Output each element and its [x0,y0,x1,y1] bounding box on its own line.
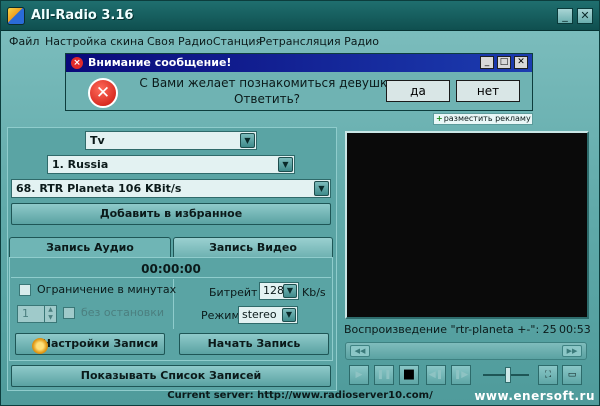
rewind-icon[interactable]: ◀◀ [350,345,370,357]
recording-timer: 00:00:00 [141,262,201,276]
bitrate-value: 128 [263,284,284,297]
watermark: www.enersoft.ru [474,389,595,403]
plus-icon: + [436,114,443,123]
minimize-button[interactable]: _ [557,8,573,24]
next-button[interactable]: ❚▶ [451,365,471,385]
chevron-down-icon[interactable]: ▼ [283,284,297,298]
menu-relay-radio[interactable]: Ретрансляция Радио [259,35,379,48]
title-bar[interactable]: All-Radio 3.16 _ ✕ [1,1,599,31]
nonstop-checkbox[interactable] [63,307,75,319]
minutes-stepper[interactable]: 1 ▲ ▼ [17,305,57,323]
fast-forward-icon[interactable]: ▶▶ [562,345,582,357]
playback-time: 00:53 [559,323,591,336]
menu-bar: Файл Настройка скина Своя РадиоСтанция Р… [1,32,599,50]
show-records-list-button[interactable]: Показывать Список Записей [11,365,331,387]
dialog-message-line1: С Вами желает познакомиться девушка [139,76,395,90]
dialog-close-button[interactable]: ✕ [514,56,528,69]
recording-settings-button[interactable]: Настройки Записи [15,333,165,355]
chevron-down-icon[interactable]: ▼ [282,308,296,322]
station-select[interactable]: 68. RTR Planeta 106 KBit/s ▼ [11,179,331,198]
window-title: All-Radio 3.16 [31,8,134,23]
fullscreen-icon[interactable]: ⛶ [538,365,558,385]
category-select[interactable]: Tv ▼ [85,131,257,150]
app-window: All-Radio 3.16 _ ✕ Файл Настройка скина … [0,0,600,406]
tab-video-recording[interactable]: Запись Видео [173,237,333,258]
video-screen[interactable] [345,131,589,319]
close-button[interactable]: ✕ [577,8,593,24]
gear-icon [32,338,48,354]
error-icon: ✕ [88,78,118,108]
bitrate-label: Битрейт [209,286,258,299]
chevron-down-icon[interactable]: ▼ [240,133,255,148]
chevron-down-icon[interactable]: ▼ [278,157,293,172]
minutes-value: 1 [22,307,29,320]
seek-bar[interactable]: ◀◀ ▶▶ [345,342,587,360]
dialog-error-small-icon: × [71,57,83,69]
chevron-down-icon[interactable]: ▼ [314,181,329,196]
stop-button[interactable]: ■ [399,365,419,385]
dialog-message-line2: Ответить? [233,92,301,106]
mode-select[interactable]: stereo ▼ [238,306,298,324]
place-ad-link[interactable]: +разместить рекламу [433,113,533,125]
dialog-maximize-button[interactable]: □ [497,56,511,69]
station-value: 68. RTR Planeta 106 KBit/s [16,182,182,195]
divider [11,277,331,278]
pause-button[interactable]: ❚❚ [374,365,394,385]
dialog-title-bar[interactable]: × Внимание сообщение! _ □ ✕ [66,54,532,72]
mode-label: Режим [201,309,240,322]
country-select[interactable]: 1. Russia ▼ [47,155,295,174]
volume-knob[interactable] [505,367,512,383]
playback-status: Воспроизведение "rtr-planeta +-": 25 [344,323,557,336]
add-to-favorites-button[interactable]: Добавить в избранное [11,203,331,225]
menu-own-station[interactable]: Своя РадиоСтанция [147,35,262,48]
dialog-title: Внимание сообщение! [88,56,232,69]
message-dialog: × Внимание сообщение! _ □ ✕ ✕ С Вами жел… [65,53,533,111]
menu-skin-settings[interactable]: Настройка скина [45,35,144,48]
dialog-yes-button[interactable]: да [386,80,450,102]
limit-minutes-checkbox[interactable] [19,284,31,296]
dialog-minimize-button[interactable]: _ [480,56,494,69]
dialog-no-button[interactable]: нет [456,80,520,102]
stepper-arrows-icon[interactable]: ▲ ▼ [44,306,56,322]
place-ad-label: разместить рекламу [443,114,531,123]
country-value: 1. Russia [52,158,109,171]
play-button[interactable]: ▶ [349,365,369,385]
mode-value: stereo [242,308,277,321]
app-logo-icon [7,7,25,25]
category-value: Tv [90,134,105,147]
folder-icon[interactable]: ▭ [562,365,582,385]
menu-file[interactable]: Файл [9,35,39,48]
tab-audio-recording[interactable]: Запись Аудио [9,237,171,258]
bitrate-unit: Kb/s [302,286,326,299]
start-recording-button[interactable]: Начать Запись [179,333,329,355]
previous-button[interactable]: ◀❚ [426,365,446,385]
nonstop-label: без остановки [81,306,165,319]
bitrate-select[interactable]: 128 ▼ [259,282,299,300]
limit-minutes-label: Ограничение в минутах [37,283,177,296]
